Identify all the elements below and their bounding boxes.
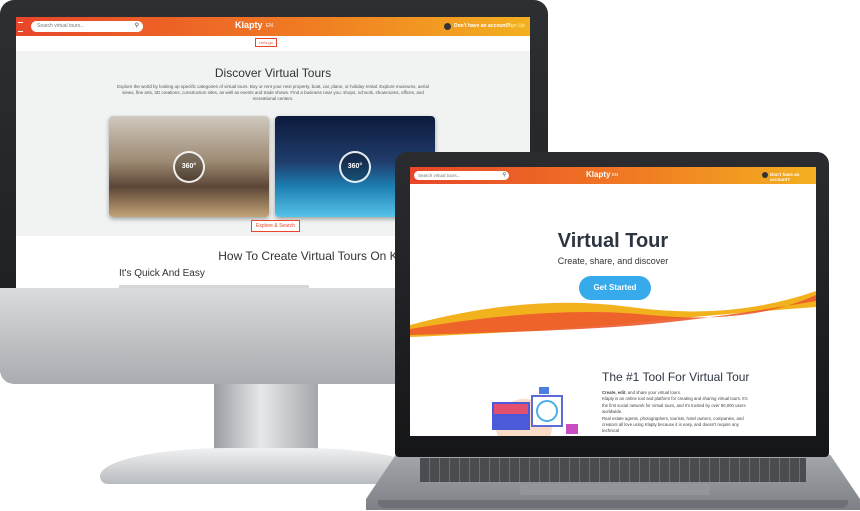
- hero-subtitle: Create, share, and discover: [557, 256, 669, 266]
- language-selector[interactable]: EN: [612, 172, 618, 177]
- desktop-search-input[interactable]: Search virtual tours... ⚲: [31, 21, 143, 32]
- search-icon[interactable]: ⚲: [135, 21, 139, 32]
- hero-title: Virtual Tour: [557, 230, 669, 252]
- user-icon: [762, 172, 768, 178]
- tool-paragraph-2: Real estate agents, photographers, touri…: [602, 415, 744, 434]
- tour-card-interior[interactable]: 360°: [109, 116, 269, 217]
- discover-description: Explore the world by looking up specific…: [117, 84, 429, 102]
- explore-search-button[interactable]: Explore & Search: [251, 220, 300, 232]
- tool-lead-rest: , and share your virtual tours.: [625, 390, 682, 395]
- account-prompt: Don't have an account?: [454, 23, 511, 29]
- tool-description: Create, edit, and share your virtual tou…: [602, 390, 752, 435]
- laptop-front-edge: [378, 500, 848, 508]
- tool-title: The #1 Tool For Virtual Tour: [602, 370, 750, 384]
- tool-paragraph-1: Klapty is an online tool and platform fo…: [602, 396, 748, 415]
- laptop-search-input[interactable]: Search virtual tours... ⚲: [414, 171, 509, 180]
- 360-badge-icon: 360°: [339, 151, 371, 183]
- account-prompt: Don't have an account?: [770, 172, 800, 182]
- search-placeholder: Search virtual tours...: [418, 173, 461, 178]
- hamburger-menu-icon[interactable]: [18, 22, 23, 32]
- cut-off-text: [119, 285, 309, 288]
- tool-lead-bold: Create, edit: [602, 390, 626, 395]
- klapty-logo[interactable]: Klapty: [586, 170, 610, 179]
- laptop-trackpad: [520, 484, 710, 495]
- get-started-button[interactable]: Get Started: [579, 276, 651, 300]
- lets-go-button[interactable]: Let's go: [255, 38, 277, 47]
- howto-subtitle: It's Quick And Easy: [119, 268, 205, 279]
- desktop-navbar: Search virtual tours... ⚲ Klapty EN Don'…: [16, 17, 530, 36]
- language-selector[interactable]: EN: [266, 23, 273, 29]
- laptop-keyboard: [420, 458, 806, 482]
- user-icon: [444, 23, 451, 30]
- search-placeholder: Search virtual tours...: [37, 23, 85, 29]
- 360-badge-icon: 360°: [173, 151, 205, 183]
- search-icon[interactable]: ⚲: [502, 171, 506, 180]
- signup-link[interactable]: Sign Up: [506, 23, 525, 29]
- klapty-logo[interactable]: Klapty: [235, 20, 263, 30]
- discover-title: Discover Virtual Tours: [214, 66, 332, 80]
- laptop-navbar: Search virtual tours... ⚲ Klapty EN Don'…: [410, 167, 816, 184]
- laptop-screen: Search virtual tours... ⚲ Klapty EN Don'…: [410, 167, 816, 436]
- illustration-image: [492, 387, 578, 436]
